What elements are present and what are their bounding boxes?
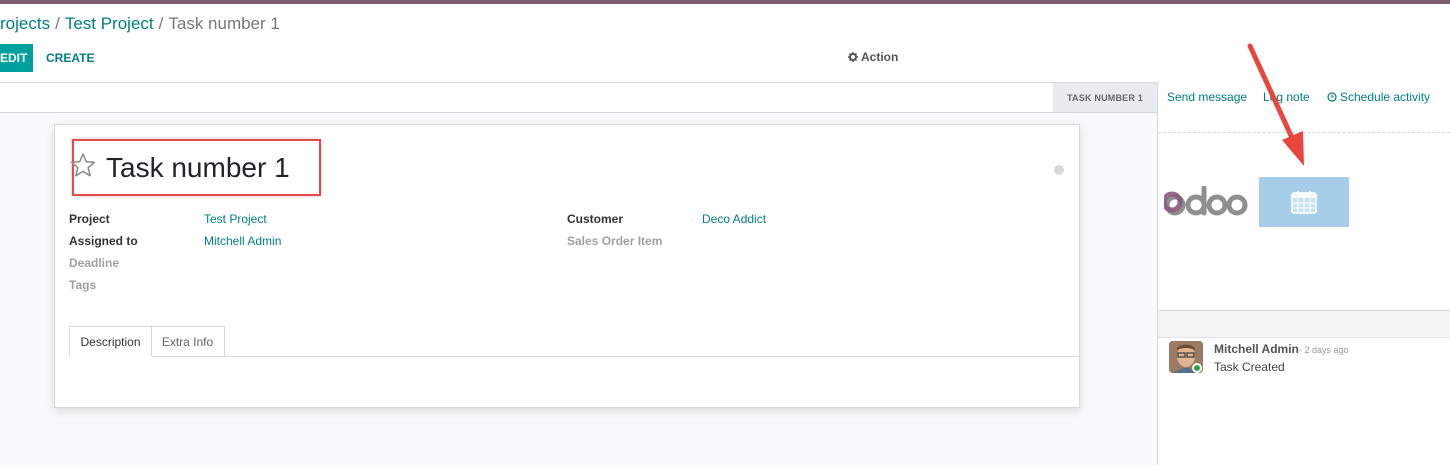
- message-list-header: [1158, 311, 1450, 337]
- calendar-icon: [1291, 191, 1317, 214]
- field-label-deadline: Deadline: [69, 256, 120, 270]
- log-note-button[interactable]: Log note: [1263, 90, 1310, 104]
- gear-icon: [848, 52, 858, 62]
- message-date: - 2 days ago: [1299, 345, 1349, 355]
- breadcrumb-projects[interactable]: rojects: [0, 14, 50, 33]
- calendar-image: [1259, 177, 1349, 227]
- field-label-assigned-to: Assigned to: [69, 234, 138, 248]
- divider: [1158, 337, 1450, 338]
- field-value-assigned-to[interactable]: Mitchell Admin: [204, 234, 281, 248]
- kanban-state-indicator[interactable]: [1054, 165, 1064, 175]
- create-button[interactable]: CREATE: [46, 44, 94, 72]
- edit-button[interactable]: EDIT: [0, 44, 33, 72]
- task-title[interactable]: Task number 1: [106, 152, 290, 184]
- field-label-sales-order-item: Sales Order Item: [567, 234, 663, 248]
- message-author[interactable]: Mitchell Admin: [1214, 342, 1299, 356]
- field-label-customer: Customer: [567, 212, 624, 226]
- breadcrumb-current: Task number 1: [168, 14, 280, 33]
- breadcrumb-separator: /: [158, 14, 164, 33]
- breadcrumb-separator: /: [55, 14, 60, 33]
- tab-description[interactable]: Description: [69, 326, 152, 357]
- clock-icon: [1327, 92, 1337, 102]
- online-status-icon: [1192, 363, 1202, 373]
- field-label-tags: Tags: [69, 278, 97, 292]
- send-message-button[interactable]: Send message: [1167, 90, 1247, 104]
- statusbar: [0, 83, 1158, 113]
- stage-task-number-1[interactable]: TASK NUMBER 1: [1053, 83, 1157, 112]
- tab-extra-info[interactable]: Extra Info: [151, 326, 225, 357]
- star-icon[interactable]: [70, 152, 96, 178]
- chatter-panel: [1157, 83, 1450, 465]
- top-navbar: [0, 0, 1450, 4]
- field-value-customer[interactable]: Deco Addict: [702, 212, 766, 226]
- schedule-activity-label: Schedule activity: [1340, 90, 1431, 104]
- breadcrumb: rojects / Test Project / Task number 1: [0, 14, 280, 34]
- field-value-project[interactable]: Test Project: [204, 212, 267, 226]
- action-dropdown[interactable]: Action: [848, 50, 898, 64]
- odoo-logo: [1164, 186, 1248, 216]
- breadcrumb-test-project[interactable]: Test Project: [65, 14, 154, 33]
- field-label-project: Project: [69, 212, 110, 226]
- divider: [1158, 132, 1450, 133]
- message-body: Task Created: [1214, 360, 1285, 374]
- action-label: Action: [861, 50, 899, 64]
- schedule-activity-button[interactable]: Schedule activity: [1327, 90, 1430, 104]
